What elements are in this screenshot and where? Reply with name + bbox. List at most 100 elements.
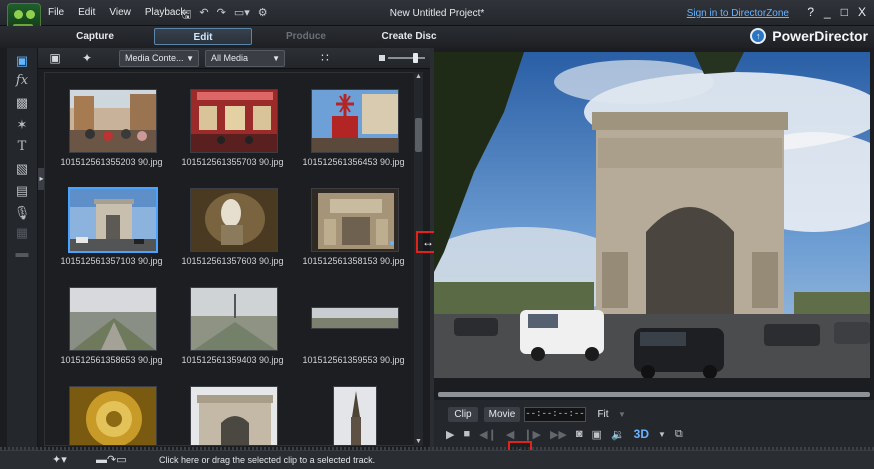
media-item[interactable]: 101512561358653 90.jpg [51,271,172,370]
menu-view[interactable]: View [109,7,131,18]
slider-track [388,57,425,59]
thumbnail[interactable] [190,188,278,252]
title-bar: File Edit View Playback 🖫 ↶ ↷ ▭▾ ⚙ New U… [0,0,874,41]
thumbnail[interactable] [69,287,157,351]
insert-clip-icon[interactable]: ▬↷▭ [96,453,127,466]
thumbnail[interactable] [311,89,399,153]
chevron-down-icon[interactable]: ▼ [658,430,666,439]
tab-produce[interactable]: Produce [257,28,355,45]
media-item[interactable]: 101512561355703 90.jpg [172,73,293,172]
undock-icon[interactable]: ⧉ [675,428,683,441]
filename: 101512561357103 90.jpg [60,256,163,266]
scroll-down-icon[interactable]: ▼ [414,437,423,446]
thumbnail[interactable] [69,89,157,153]
media-item[interactable]: 101512561359403 90.jpg [172,271,293,370]
stop-icon[interactable]: ■ [463,428,470,440]
media-library: 101512561355203 90.jpg 101512561355703 9… [44,72,420,446]
tab-create-disc[interactable]: Create Disc [360,28,458,45]
filename: 101512561355703 90.jpg [181,157,284,167]
thumbnail[interactable] [311,307,399,329]
gear-icon[interactable]: ⚙ [258,6,268,25]
thumbnail-size-slider[interactable] [379,51,429,65]
view-mode-icon[interactable]: ∷ [317,51,333,65]
chapter-room-icon[interactable]: ▦ [11,224,33,242]
save-icon[interactable]: 🖫 [182,6,191,25]
thumbnail[interactable] [190,287,278,351]
media-item[interactable]: 101512561357603 90.jpg [172,172,293,271]
play-icon[interactable]: ▶ [446,428,454,441]
movie-mode-button[interactable]: Movie [484,407,520,422]
upload-icon[interactable]: ↑ [750,28,767,44]
preview-quality-icon[interactable]: ▣ [592,428,602,441]
menu-file[interactable]: File [48,7,64,18]
menu-edit[interactable]: Edit [78,7,95,18]
media-item[interactable]: 101512561355203 90.jpg [51,73,172,172]
playback-controls: Clip Movie --:--:--:-- Fit ▼ ▶ ■ ◀❙ ◀ ❙▶… [434,400,874,450]
audio-mixing-room-icon[interactable]: ▤ [11,182,33,200]
quick-toolbar: 🖫 ↶ ↷ ▭▾ ⚙ [182,6,268,25]
subtitle-room-icon[interactable]: ▬ [11,244,33,262]
transition-room-icon[interactable]: ▧ [11,160,33,178]
plugins-icon[interactable]: ✦ [79,51,95,65]
volume-icon[interactable]: 🔉 [611,428,625,441]
thumbnail[interactable] [190,386,278,445]
thumbnail[interactable] [333,386,377,445]
thumbnail[interactable] [69,386,157,445]
particle-room-icon[interactable]: ✶ [11,116,33,134]
scroll-up-icon[interactable]: ▲ [414,72,423,81]
brand: ↑ PowerDirector [750,28,868,44]
thumbnail[interactable] [68,187,158,253]
media-room-icon[interactable]: ▣ [11,52,33,70]
media-item[interactable]: 101512561359553 90.jpg [293,271,414,370]
chevron-down-icon: ▼ [272,54,280,63]
pip-room-icon[interactable]: ▩ [11,94,33,112]
media-scrollbar[interactable]: ▲ ▼ [414,72,423,446]
tab-capture[interactable]: Capture [46,28,144,45]
tab-edit[interactable]: Edit [154,28,252,45]
media-item[interactable]: 101512561356453 90.jpg [293,73,414,172]
fit-dropdown[interactable]: Fit [594,407,612,422]
redo-icon[interactable]: ↷ [217,6,226,25]
magic-tools-icon[interactable]: ✦▾ [52,453,67,466]
snapshot-icon[interactable]: ◙ [576,428,583,440]
aspect-ratio-icon[interactable]: ▭▾ [234,6,250,25]
signin-link[interactable]: Sign in to DirectorZone [687,8,789,19]
voice-over-room-icon[interactable]: 🎙 [11,204,33,222]
media-filter-dropdown[interactable]: All Media ▼ [205,50,285,67]
thumbnail[interactable] [311,188,399,252]
undo-icon[interactable]: ↶ [199,6,208,25]
media-item[interactable] [293,370,414,445]
scroll-thumb[interactable] [415,118,422,152]
help-icon[interactable]: ? [807,5,814,19]
media-content-dropdown[interactable]: Media Conte... ▼ [119,50,199,67]
timecode-display[interactable]: --:--:--:-- [524,407,586,422]
media-filter-value: All Media [211,53,249,63]
media-item[interactable] [51,370,172,445]
step-forward-icon[interactable]: ❙▶ [523,428,541,441]
filename: 101512561356453 90.jpg [302,157,405,167]
preview-window [434,52,870,378]
slider-thumb[interactable] [412,53,418,63]
previous-frame-icon[interactable]: ◀❙ [479,428,497,441]
close-icon[interactable]: X [858,5,866,19]
title-room-icon[interactable]: T [11,138,33,156]
minimize-icon[interactable]: _ [824,5,831,19]
step-back-icon[interactable]: ◀ [506,428,514,441]
small-thumbnail-icon [379,55,385,61]
media-item[interactable]: 101512561358153 90.jpg [293,172,414,271]
preview-image [434,52,870,378]
preview-progress-bar[interactable] [438,392,870,397]
thumbnail[interactable] [190,89,278,153]
import-media-icon[interactable]: ▣ [47,51,63,65]
maximize-icon[interactable]: □ [841,5,848,19]
media-item[interactable]: 101512561357103 90.jpg [51,172,172,271]
3d-mode-button[interactable]: 3D [634,427,649,441]
clip-mode-button[interactable]: Clip [448,407,478,422]
fast-forward-icon[interactable]: ▶▶ [550,428,567,441]
transport-bar: ▶ ■ ◀❙ ◀ ❙▶ ▶▶ ◙ ▣ 🔉 3D ▼ ⧉ [446,427,683,441]
effect-room-icon[interactable]: fx [11,72,33,90]
media-item[interactable] [172,370,293,445]
media-grid: 101512561355203 90.jpg 101512561355703 9… [51,73,414,445]
chevron-down-icon[interactable]: ▼ [616,407,628,422]
menu-playback[interactable]: Playback [145,7,186,18]
